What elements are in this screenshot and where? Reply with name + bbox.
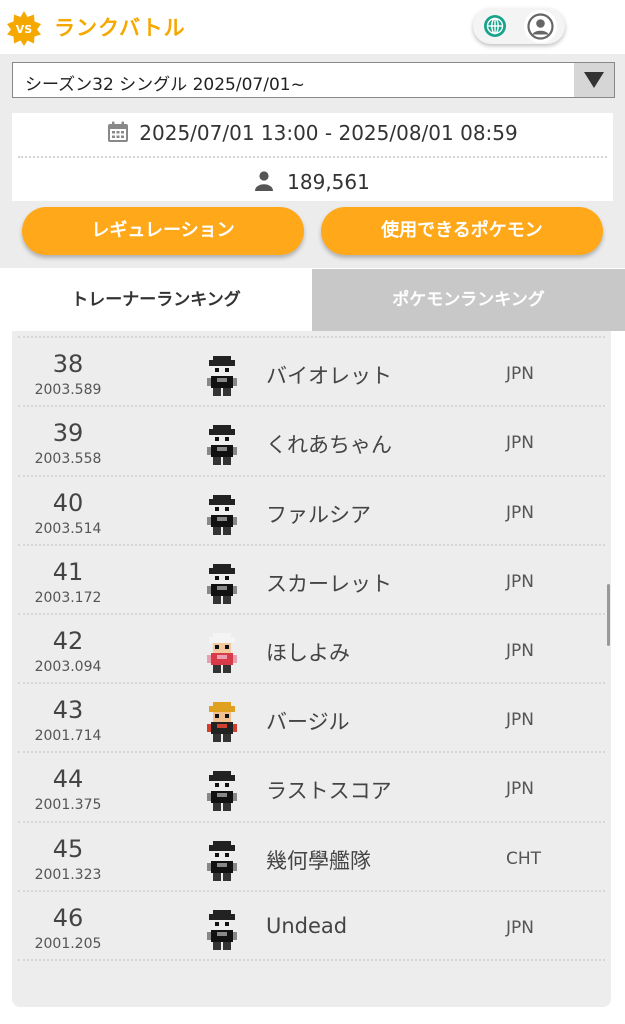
user-account-icon xyxy=(527,13,554,40)
country-code: JPN xyxy=(506,917,534,938)
trainer-name: ラストスコア xyxy=(266,779,392,804)
table-row[interactable]: 40 2003.514 ファルシア JPN xyxy=(12,477,611,546)
period-text: 2025/07/01 13:00 - 2025/08/01 08:59 xyxy=(139,121,518,145)
trainer-sprite-icon xyxy=(207,632,237,673)
rating-value: 2003.558 xyxy=(34,451,102,468)
country-code: CHT xyxy=(506,848,542,869)
table-row[interactable]: 39 2003.558 くれあちゃん JPN xyxy=(12,407,611,477)
table-row[interactable]: 372003.658あやかなJPN xyxy=(12,331,611,339)
season-select[interactable]: シーズン32 シングル 2025/07/01~ xyxy=(12,62,615,98)
country-code: JPN xyxy=(506,710,534,731)
country-code: JPN xyxy=(506,779,534,800)
rating-value: 2001.714 xyxy=(34,728,102,745)
rank-number: 42 xyxy=(52,626,84,655)
rating-value: 2001.375 xyxy=(34,797,102,814)
svg-text:VS: VS xyxy=(16,23,33,36)
tab-trainer-ranking[interactable]: トレーナーランキング xyxy=(0,269,312,331)
rating-value: 2003.172 xyxy=(34,589,102,606)
rating-value: 2003.589 xyxy=(34,382,102,399)
table-row[interactable]: 43 2001.714 バージル JPN xyxy=(12,684,611,754)
rating-value: 2001.205 xyxy=(34,935,102,952)
trainer-sprite-icon xyxy=(207,840,237,881)
country-code: JPN xyxy=(506,502,534,523)
page-title: ランクバトル xyxy=(54,16,186,40)
trainer-sprite-icon xyxy=(207,494,237,535)
trainer-name: ファルシア xyxy=(266,502,371,527)
player-count-text: 189,561 xyxy=(287,170,370,194)
rank-number: 44 xyxy=(52,765,84,794)
rank-number: 43 xyxy=(52,696,84,725)
trainer-name: ほしよみ xyxy=(266,640,350,665)
trainer-name: 幾何學艦隊 xyxy=(266,848,371,873)
table-row[interactable]: 46 2001.205 Undead JPN xyxy=(12,892,611,962)
rank-number: 40 xyxy=(52,488,84,517)
player-count: 189,561 xyxy=(12,170,613,194)
rank-number: 46 xyxy=(52,903,84,932)
divider xyxy=(18,156,607,158)
app-header: VS ランクバトル xyxy=(0,0,625,54)
trainer-name: スカーレット xyxy=(266,571,392,596)
rank-number: 41 xyxy=(52,557,84,586)
vs-badge-icon: VS xyxy=(7,11,41,46)
country-code: JPN xyxy=(506,364,534,385)
table-row[interactable]: 45 2001.323 幾何學艦隊 CHT xyxy=(12,823,611,892)
season-selected-value: シーズン32 シングル 2025/07/01~ xyxy=(25,75,305,95)
header-actions xyxy=(473,8,565,44)
rating-value: 2003.514 xyxy=(34,520,102,537)
table-row[interactable]: 38 2003.589 バイオレット JPN xyxy=(12,338,611,408)
person-icon xyxy=(255,171,274,191)
trainer-name: バイオレット xyxy=(266,364,392,389)
country-code: JPN xyxy=(506,640,534,661)
season-info: 2025/07/01 13:00 - 2025/08/01 08:59 189,… xyxy=(12,113,613,201)
regulation-button[interactable]: レギュレーション xyxy=(22,207,304,255)
country-code: JPN xyxy=(506,571,534,592)
dropdown-arrow-icon[interactable] xyxy=(574,63,614,97)
country-code: JPN xyxy=(506,433,534,454)
trainer-sprite-icon xyxy=(207,702,237,743)
globe-icon[interactable] xyxy=(483,14,507,38)
usable-pokemon-button[interactable]: 使用できるポケモン xyxy=(321,207,603,255)
trainer-sprite-icon xyxy=(207,563,237,604)
rank-number: 45 xyxy=(52,834,84,863)
rank-number: 38 xyxy=(52,350,84,379)
trainer-name: バージル xyxy=(266,710,350,735)
season-period: 2025/07/01 13:00 - 2025/08/01 08:59 xyxy=(12,121,613,145)
rating-value: 2003.094 xyxy=(34,658,102,675)
table-row[interactable]: 44 2001.375 ラストスコア JPN xyxy=(12,753,611,823)
page: VS ランクバトル シーズン32 シングル 2025/07/01~ 2025/0… xyxy=(0,0,625,1024)
calendar-icon xyxy=(108,121,129,142)
trainer-name: くれあちゃん xyxy=(266,433,392,458)
account-button[interactable] xyxy=(524,10,557,43)
rating-value: 2001.323 xyxy=(34,866,102,883)
trainer-sprite-icon xyxy=(207,771,237,812)
trainer-sprite-icon xyxy=(207,356,237,397)
trainer-sprite-icon xyxy=(207,425,237,466)
tab-pokemon-ranking[interactable]: ポケモンランキング xyxy=(312,269,625,331)
table-row[interactable]: 41 2003.172 スカーレット JPN xyxy=(12,546,611,616)
ranking-list[interactable]: 372003.658あやかなJPN 38 2003.589 バイオレット JPN 39 20… xyxy=(12,331,611,1007)
ranking-list-content: 372003.658あやかなJPN 38 2003.589 バイオレット JPN 39 20… xyxy=(12,331,611,962)
table-row[interactable]: 42 2003.094 ほしよみ JPN xyxy=(12,615,611,685)
scrollbar[interactable] xyxy=(607,584,610,646)
trainer-name: Undead xyxy=(266,913,348,938)
trainer-sprite-icon xyxy=(207,909,237,950)
rank-number: 39 xyxy=(52,419,84,448)
